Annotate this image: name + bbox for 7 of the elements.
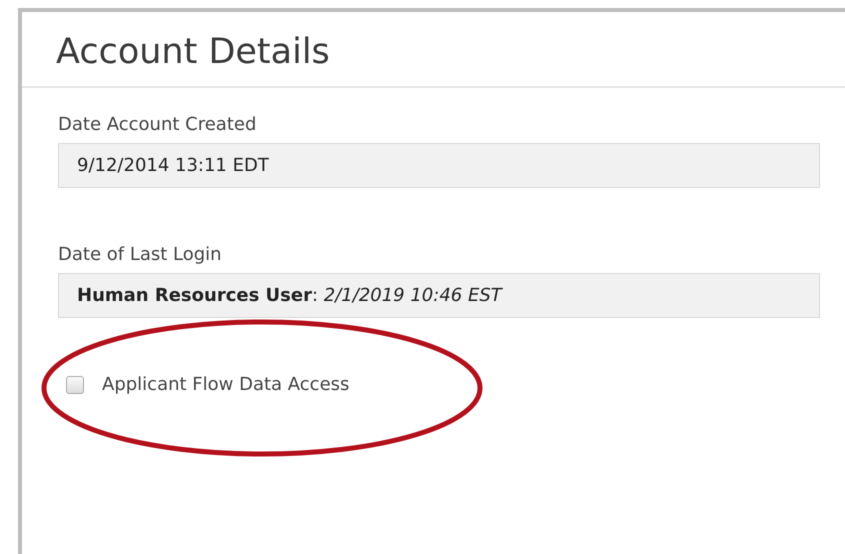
read-only-field: 9/12/2014 13:11 EDT <box>58 143 820 188</box>
checkbox-option[interactable]: Applicant Flow Data Access <box>66 374 820 395</box>
panel-title: Account Details <box>56 32 330 72</box>
read-only-field: Human Resources User: 2/1/2019 10:46 EST <box>58 273 820 318</box>
field-label: Date of Last Login <box>58 244 223 265</box>
checkbox[interactable] <box>66 376 84 394</box>
field-label: Date Account Created <box>58 114 258 135</box>
